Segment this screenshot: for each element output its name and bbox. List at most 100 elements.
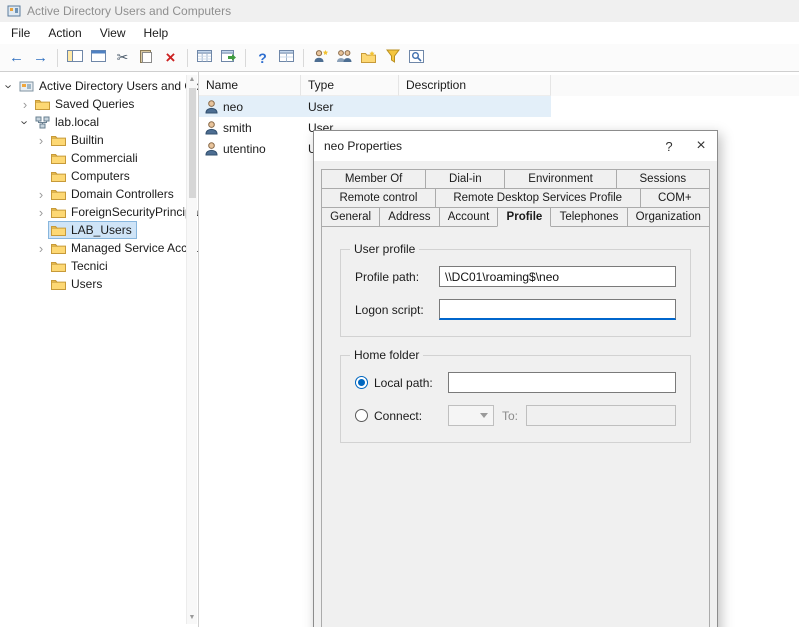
scroll-up-icon[interactable]: ▲	[189, 75, 196, 86]
column-header-type[interactable]: Type	[301, 75, 399, 96]
user-profile-group-label: User profile	[350, 242, 419, 256]
list-row-neo[interactable]: neo User	[199, 96, 551, 117]
tree-item-lab-local[interactable]: › lab.local	[0, 113, 198, 131]
connect-to-input[interactable]	[526, 405, 676, 426]
tree-item-domain-controllers[interactable]: › Domain Controllers	[0, 185, 198, 203]
menu-file[interactable]: File	[2, 23, 39, 43]
tree-item-label: Saved Queries	[55, 97, 134, 111]
scroll-down-icon[interactable]: ▼	[189, 613, 196, 624]
folder-icon	[35, 98, 50, 110]
tree-item-foreign-security-principals[interactable]: › ForeignSecurityPrincipals	[0, 203, 198, 221]
dialog-tabs: Member Of Dial-in Environment Sessions R…	[314, 161, 717, 227]
menu-view[interactable]: View	[91, 23, 135, 43]
toolbar-separator	[57, 49, 58, 67]
connect-label: Connect:	[374, 409, 448, 423]
tree-item-label: LAB_Users	[71, 223, 132, 237]
tab-environment[interactable]: Environment	[504, 169, 616, 189]
folder-icon	[51, 170, 66, 182]
new-group-button[interactable]	[333, 46, 356, 69]
toolbar-separator	[303, 49, 304, 67]
tab-general[interactable]: General	[321, 207, 380, 227]
tab-address[interactable]: Address	[379, 207, 439, 227]
tree-item-label: Computers	[71, 169, 130, 183]
tree-item-builtin[interactable]: › Builtin	[0, 131, 198, 149]
tree-item-commerciali[interactable]: › Commerciali	[0, 149, 198, 167]
tree-item-label: ForeignSecurityPrincipals	[71, 205, 199, 219]
new-ou-button[interactable]	[357, 46, 380, 69]
show-console-tree-button[interactable]	[63, 46, 86, 69]
tab-telephones[interactable]: Telephones	[550, 207, 627, 227]
export-list-button[interactable]	[217, 46, 240, 69]
filter-icon	[386, 49, 400, 66]
connect-radio[interactable]	[355, 409, 368, 422]
column-header-name[interactable]: Name	[199, 75, 301, 96]
tree-item-users[interactable]: › Users	[0, 275, 198, 293]
back-button[interactable]: ←	[5, 46, 28, 69]
chevron-collapsed-icon[interactable]: ›	[18, 98, 32, 111]
chevron-collapsed-icon[interactable]: ›	[34, 134, 48, 147]
window-title: Active Directory Users and Computers	[27, 4, 231, 18]
dialog-help-button[interactable]: ?	[653, 131, 685, 161]
chevron-collapsed-icon[interactable]: ›	[34, 242, 48, 255]
chevron-expanded-icon[interactable]: ›	[3, 79, 16, 93]
list-view-button[interactable]	[193, 46, 216, 69]
new-user-icon	[313, 49, 329, 66]
paste-button[interactable]	[135, 46, 158, 69]
titlebar[interactable]: Active Directory Users and Computers	[0, 0, 799, 22]
logon-script-input[interactable]	[439, 299, 676, 320]
tree-item-saved-queries[interactable]: › Saved Queries	[0, 95, 198, 113]
forward-button[interactable]: →	[29, 46, 52, 69]
local-path-radio[interactable]	[355, 376, 368, 389]
export-list-icon	[221, 50, 237, 66]
tab-member-of[interactable]: Member Of	[321, 169, 426, 189]
menubar: File Action View Help	[0, 22, 799, 44]
column-header-description[interactable]: Description	[399, 75, 551, 96]
row-name: smith	[223, 121, 252, 135]
delete-icon: ×	[166, 49, 176, 66]
chevron-collapsed-icon[interactable]: ›	[34, 188, 48, 201]
scroll-thumb[interactable]	[189, 88, 196, 198]
tab-dial-in[interactable]: Dial-in	[425, 169, 505, 189]
console-window-button[interactable]	[87, 46, 110, 69]
properties-button[interactable]	[275, 46, 298, 69]
profile-tab-page: User profile Profile path: Logon script:…	[321, 226, 710, 627]
tree-item-label: Domain Controllers	[71, 187, 174, 201]
dialog-titlebar[interactable]: neo Properties ? ×	[314, 131, 717, 161]
tree-item-root[interactable]: › Active Directory Users and Computers	[0, 77, 198, 95]
cut-button[interactable]: ✂	[111, 46, 134, 69]
delete-button[interactable]: ×	[159, 46, 182, 69]
console-window-icon	[91, 50, 106, 65]
tree-item-managed-service-accounts[interactable]: › Managed Service Accounts	[0, 239, 198, 257]
list-view-icon	[197, 50, 212, 65]
drive-letter-select[interactable]	[448, 405, 494, 426]
filter-button[interactable]	[381, 46, 404, 69]
new-ou-icon	[361, 50, 377, 66]
local-path-input[interactable]	[448, 372, 676, 393]
dialog-title: neo Properties	[324, 139, 653, 153]
menu-help[interactable]: Help	[135, 23, 178, 43]
tab-organization[interactable]: Organization	[627, 207, 710, 227]
folder-icon	[51, 134, 66, 146]
tab-remote-control[interactable]: Remote control	[321, 188, 436, 208]
tree-item-computers[interactable]: › Computers	[0, 167, 198, 185]
tree-item-label: Active Directory Users and Computers	[39, 79, 199, 93]
tab-account[interactable]: Account	[439, 207, 499, 227]
menu-action[interactable]: Action	[39, 23, 90, 43]
tree-item-tecnici[interactable]: › Tecnici	[0, 257, 198, 275]
tab-com-plus[interactable]: COM+	[640, 188, 710, 208]
new-user-button[interactable]	[309, 46, 332, 69]
find-button[interactable]	[405, 46, 428, 69]
help-button[interactable]: ?	[251, 46, 274, 69]
dialog-close-button[interactable]: ×	[685, 131, 717, 161]
tree-item-lab-users[interactable]: › LAB_Users	[0, 221, 198, 239]
chevron-down-icon	[480, 413, 488, 418]
tree-scrollbar[interactable]: ▲ ▼	[186, 75, 197, 624]
tab-remote-desktop-services-profile[interactable]: Remote Desktop Services Profile	[435, 188, 641, 208]
chevron-collapsed-icon[interactable]: ›	[34, 206, 48, 219]
tab-profile[interactable]: Profile	[497, 207, 551, 227]
profile-path-input[interactable]	[439, 266, 676, 287]
chevron-expanded-icon[interactable]: ›	[19, 115, 32, 129]
home-folder-group: Home folder Local path: Connect: To:	[340, 355, 691, 443]
to-label: To:	[502, 409, 518, 423]
tab-sessions[interactable]: Sessions	[616, 169, 710, 189]
